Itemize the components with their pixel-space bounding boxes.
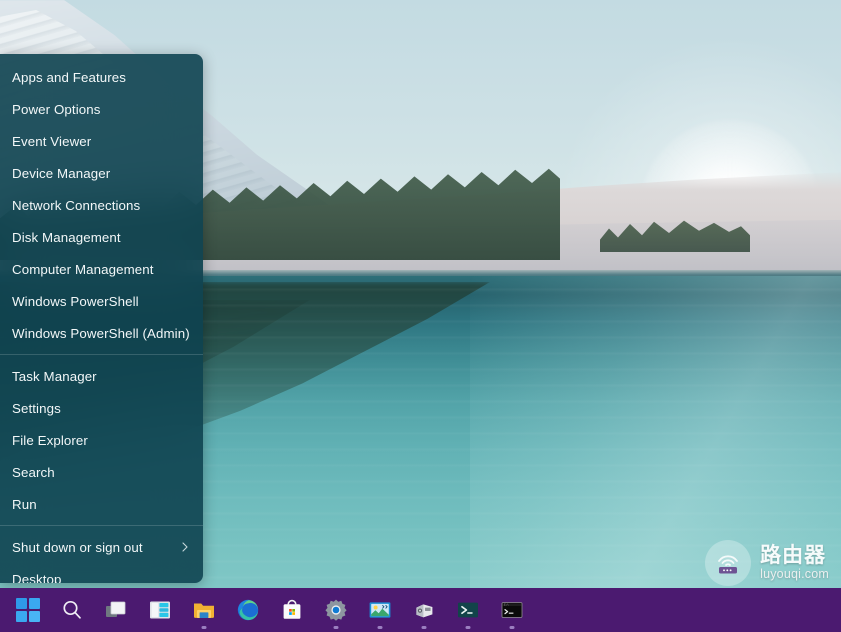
taskbar-button-scanner[interactable] [402, 590, 446, 630]
menu-item-label: Task Manager [12, 369, 193, 384]
menu-item-run[interactable]: Run [0, 488, 203, 520]
watermark-text: 路由器 luyouqi.com [760, 545, 829, 581]
task-view-icon [104, 598, 128, 622]
svg-text:C:\: C:\ [504, 603, 509, 607]
watermark-title: 路由器 [760, 545, 829, 567]
taskbar-button-command-prompt[interactable]: C:\ [490, 590, 534, 630]
taskbar-button-file-explorer[interactable] [182, 590, 226, 630]
menu-item-disk-management[interactable]: Disk Management [0, 221, 203, 253]
running-indicator [202, 626, 207, 629]
menu-item-windows-powershell-admin[interactable]: Windows PowerShell (Admin) [0, 317, 203, 349]
file-explorer-icon [192, 598, 216, 622]
menu-item-label: Power Options [12, 102, 193, 117]
winx-menu-group-session: Shut down or sign out Desktop [0, 531, 203, 583]
menu-item-windows-powershell[interactable]: Windows PowerShell [0, 285, 203, 317]
menu-item-label: Device Manager [12, 166, 193, 181]
menu-item-label: Disk Management [12, 230, 193, 245]
taskbar-button-microsoft-store[interactable] [270, 590, 314, 630]
menu-item-computer-management[interactable]: Computer Management [0, 253, 203, 285]
menu-item-network-connections[interactable]: Network Connections [0, 189, 203, 221]
menu-item-label: Network Connections [12, 198, 193, 213]
menu-item-power-options[interactable]: Power Options [0, 93, 203, 125]
powershell-icon [456, 598, 480, 622]
scanner-icon [412, 598, 436, 622]
running-indicator [422, 626, 427, 629]
winx-quick-link-menu[interactable]: Apps and Features Power Options Event Vi… [0, 54, 203, 583]
edge-icon [236, 598, 260, 622]
router-signal-icon [705, 540, 751, 586]
widgets-icon [148, 598, 172, 622]
chevron-right-icon [179, 541, 191, 553]
menu-item-label: Shut down or sign out [12, 540, 179, 555]
menu-item-label: Apps and Features [12, 70, 193, 85]
menu-item-shut-down-or-sign-out[interactable]: Shut down or sign out [0, 531, 203, 563]
menu-item-settings[interactable]: Settings [0, 392, 203, 424]
taskbar-button-task-view[interactable] [94, 590, 138, 630]
running-indicator [334, 626, 339, 629]
taskbar[interactable]: C:\ [0, 588, 841, 632]
menu-item-label: Event Viewer [12, 134, 193, 149]
taskbar-button-search[interactable] [50, 590, 94, 630]
winx-menu-group-system: Apps and Features Power Options Event Vi… [0, 54, 203, 349]
taskbar-button-widgets[interactable] [138, 590, 182, 630]
menu-item-apps-and-features[interactable]: Apps and Features [0, 61, 203, 93]
taskbar-button-edge[interactable] [226, 590, 270, 630]
photos-icon [368, 598, 392, 622]
store-icon [280, 598, 304, 622]
desktop-screen: Apps and Features Power Options Event Vi… [0, 0, 841, 632]
taskbar-button-powershell[interactable] [446, 590, 490, 630]
menu-item-label: File Explorer [12, 433, 193, 448]
running-indicator [510, 626, 515, 629]
menu-item-label: Settings [12, 401, 193, 416]
taskbar-button-photos[interactable] [358, 590, 402, 630]
menu-item-label: Desktop [12, 572, 193, 584]
watermark-url: luyouqi.com [760, 568, 829, 581]
menu-item-desktop[interactable]: Desktop [0, 563, 203, 583]
menu-item-task-manager[interactable]: Task Manager [0, 360, 203, 392]
menu-item-label: Windows PowerShell (Admin) [12, 326, 193, 341]
settings-gear-icon [324, 598, 348, 622]
running-indicator [466, 626, 471, 629]
watermark: 路由器 luyouqi.com [705, 540, 829, 586]
menu-item-file-explorer[interactable]: File Explorer [0, 424, 203, 456]
menu-item-event-viewer[interactable]: Event Viewer [0, 125, 203, 157]
menu-separator [0, 525, 203, 526]
taskbar-button-settings[interactable] [314, 590, 358, 630]
menu-item-device-manager[interactable]: Device Manager [0, 157, 203, 189]
search-icon [60, 598, 84, 622]
command-prompt-icon: C:\ [500, 598, 524, 622]
menu-item-label: Search [12, 465, 193, 480]
windows-start-icon [16, 598, 40, 622]
menu-separator [0, 354, 203, 355]
menu-item-label: Windows PowerShell [12, 294, 193, 309]
taskbar-button-start[interactable] [6, 590, 50, 630]
running-indicator [378, 626, 383, 629]
menu-item-label: Run [12, 497, 193, 512]
winx-menu-group-tools: Task Manager Settings File Explorer Sear… [0, 360, 203, 520]
menu-item-label: Computer Management [12, 262, 193, 277]
menu-item-search[interactable]: Search [0, 456, 203, 488]
